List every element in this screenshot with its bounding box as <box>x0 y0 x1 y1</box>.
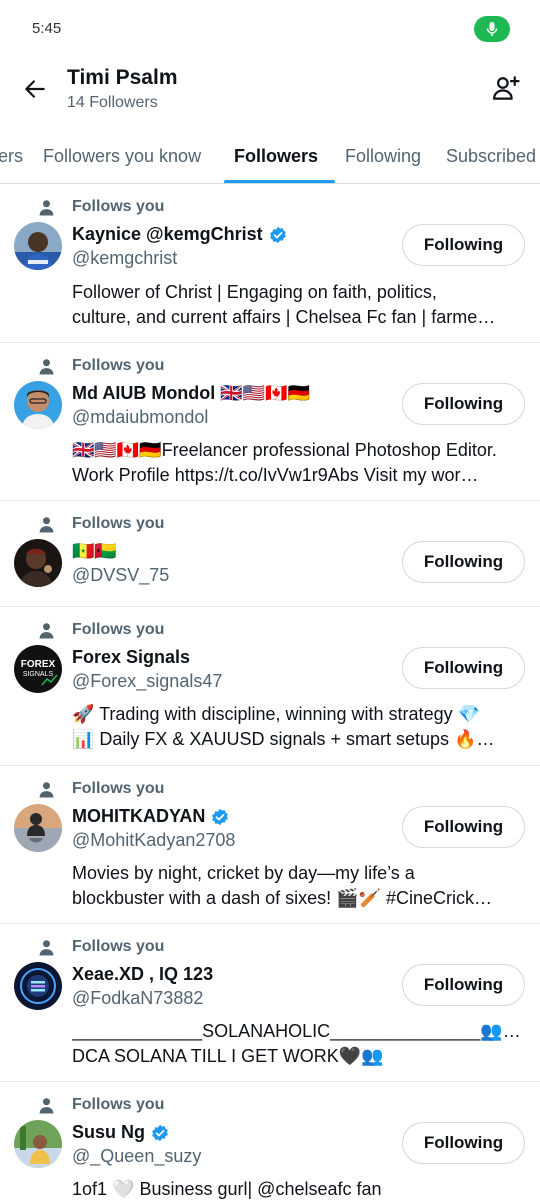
bio: 🇬🇧🇺🇸🇨🇦🇩🇪Freelancer professional Photosho… <box>72 440 497 485</box>
handle: @kemgchrist <box>72 248 178 268</box>
add-follow-button[interactable] <box>486 68 526 108</box>
following-button[interactable]: Following <box>402 647 525 689</box>
follows-you-label: Follows you <box>38 780 164 798</box>
avatar[interactable] <box>14 381 62 429</box>
list-item[interactable]: Follows you MOHITKADYAN @MohitKadyan2708… <box>0 766 540 924</box>
handle: @DVSV_75 <box>72 565 170 585</box>
avatar[interactable] <box>14 1120 62 1168</box>
avatar-image <box>14 539 62 587</box>
handle: @Forex_signals47 <box>72 671 223 691</box>
person-add-icon <box>493 76 520 100</box>
display-name[interactable]: Kaynice @kemgChrist <box>72 224 287 245</box>
bio: 🚀 Trading with discipline, winning with … <box>72 704 495 749</box>
person-icon <box>39 516 54 532</box>
avatar-image <box>14 962 62 1010</box>
person-icon <box>39 358 54 374</box>
person-icon <box>39 199 54 215</box>
microphone-icon <box>486 22 498 36</box>
following-button[interactable]: Following <box>402 1122 525 1164</box>
verified-badge-icon <box>152 1124 168 1141</box>
following-button[interactable]: Following <box>402 224 525 266</box>
list-item[interactable]: Follows you 🇸🇳🇬🇼 @DVSV_75 Following <box>0 501 540 607</box>
avatar-image <box>14 1120 62 1168</box>
following-button[interactable]: Following <box>402 541 525 583</box>
display-name[interactable]: Xeae.XD , IQ 123 <box>72 964 213 985</box>
person-icon <box>39 622 54 638</box>
handle: @mdaiubmondol <box>72 407 209 427</box>
list-item[interactable]: Follows you Md AIUB Mondol 🇬🇧🇺🇸🇨🇦🇩🇪 @mda… <box>0 343 540 501</box>
display-name[interactable]: Susu Ng <box>72 1122 169 1143</box>
display-name[interactable]: Forex Signals <box>72 647 190 668</box>
list-item[interactable]: Follows you Xeae.XD , IQ 123 @FodkaN7388… <box>0 924 540 1082</box>
list-item[interactable]: Follows you FOREX SIGNALS Forex Signals … <box>0 607 540 766</box>
following-button[interactable]: Following <box>402 964 525 1006</box>
profile-header: Timi Psalm 14 Followers <box>0 58 540 122</box>
avatar[interactable] <box>14 962 62 1010</box>
tab-subscribed[interactable]: Subscribed <box>446 146 536 167</box>
list-item[interactable]: Follows you Kaynice @kemgChrist @kemgchr… <box>0 184 540 343</box>
following-button[interactable]: Following <box>402 383 525 425</box>
handle: @MohitKadyan2708 <box>72 830 236 850</box>
follows-you-label: Follows you <box>38 515 164 533</box>
follows-you-label: Follows you <box>38 938 164 956</box>
avatar[interactable] <box>14 539 62 587</box>
tab-followers[interactable]: Followers <box>234 146 318 167</box>
follows-you-label: Follows you <box>38 621 164 639</box>
avatar[interactable] <box>14 804 62 852</box>
followers-list: Follows you Kaynice @kemgChrist @kemgchr… <box>0 184 540 1200</box>
status-time: 5:45 <box>32 20 62 37</box>
tab-bar: ers Followers you know Followers Followi… <box>0 122 540 184</box>
bio: _____________SOLANAHOLIC_______________👥… <box>72 1021 522 1066</box>
back-arrow-icon <box>25 80 45 98</box>
tab-followers-you-know[interactable]: Followers you know <box>43 146 201 167</box>
display-name[interactable]: Md AIUB Mondol 🇬🇧🇺🇸🇨🇦🇩🇪 <box>72 383 310 404</box>
avatar[interactable]: FOREX SIGNALS <box>14 645 62 693</box>
display-name[interactable]: MOHITKADYAN <box>72 806 229 827</box>
mic-indicator <box>474 16 510 42</box>
person-icon <box>39 1097 54 1113</box>
follows-you-label: Follows you <box>38 198 164 216</box>
bio: Follower of Christ | Engaging on faith, … <box>72 282 496 327</box>
status-bar: 5:45 <box>0 0 540 58</box>
list-item[interactable]: Follows you Susu Ng @_Queen_suzy Followi… <box>0 1082 540 1200</box>
tab-following[interactable]: Following <box>345 146 421 167</box>
avatar[interactable] <box>14 222 62 270</box>
tab-partial[interactable]: ers <box>0 146 23 167</box>
bio: Movies by night, cricket by day—my life’… <box>72 863 492 908</box>
back-button[interactable] <box>18 72 52 106</box>
svg-text:FOREX: FOREX <box>21 659 56 670</box>
person-icon <box>39 781 54 797</box>
avatar-image <box>14 381 62 429</box>
following-button[interactable]: Following <box>402 806 525 848</box>
follows-you-label: Follows you <box>38 357 164 375</box>
avatar-image <box>14 222 62 270</box>
page-title: Timi Psalm <box>67 66 178 89</box>
follower-count: 14 Followers <box>67 94 158 111</box>
forex-logo-avatar: FOREX SIGNALS <box>14 645 62 693</box>
bio: 1of1 🤍 Business gurl| @chelseafc fan <box>72 1179 382 1199</box>
handle: @_Queen_suzy <box>72 1146 202 1166</box>
verified-badge-icon <box>269 226 286 243</box>
handle: @FodkaN73882 <box>72 988 204 1008</box>
verified-badge-icon <box>212 808 229 825</box>
avatar-image <box>14 804 62 852</box>
person-icon <box>39 939 54 955</box>
display-name[interactable]: 🇸🇳🇬🇼 <box>72 541 117 562</box>
svg-text:SIGNALS: SIGNALS <box>23 671 54 678</box>
follows-you-label: Follows you <box>38 1096 164 1114</box>
